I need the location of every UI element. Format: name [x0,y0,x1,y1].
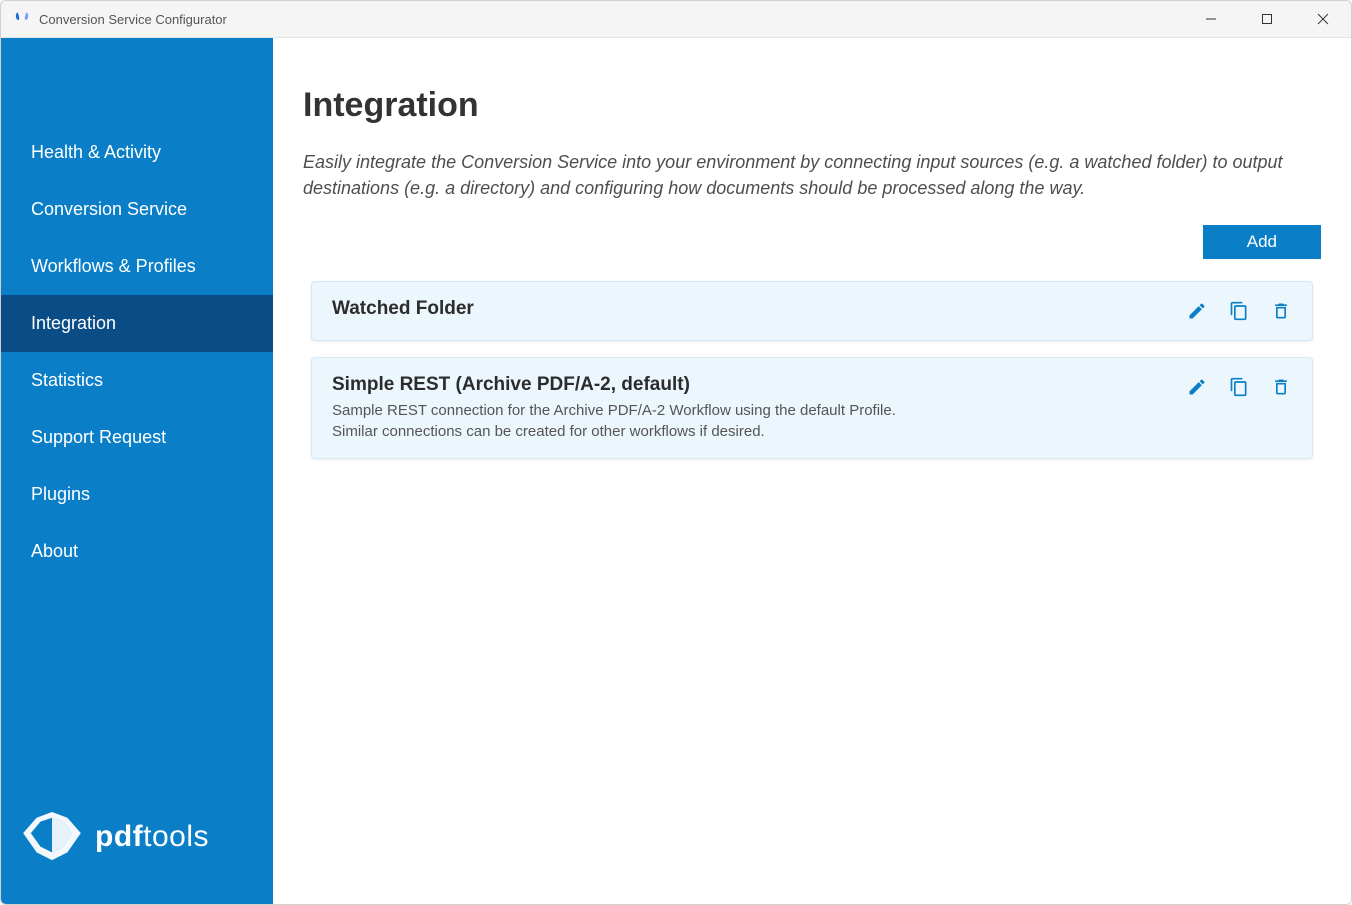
brand-light: tools [143,820,209,853]
integration-card[interactable]: Watched Folder [311,281,1313,341]
add-button[interactable]: Add [1203,225,1321,259]
sidebar-item-statistics[interactable]: Statistics [1,352,273,409]
card-actions [1186,374,1292,398]
card-content: Watched Folder [332,298,1186,324]
app-icon [13,10,31,28]
sidebar-footer: pdftools [1,784,273,904]
sidebar-item-support[interactable]: Support Request [1,409,273,466]
window-title: Conversion Service Configurator [39,12,227,27]
button-row: Add [303,225,1321,259]
trash-icon[interactable] [1270,300,1292,322]
sidebar-item-label: Workflows & Profiles [31,256,196,276]
card-description: Sample REST connection for the Archive P… [332,400,1186,442]
sidebar: Health & Activity Conversion Service Wor… [1,38,273,904]
minimize-button[interactable] [1183,1,1239,38]
brand-bold: pdf [95,820,143,853]
titlebar: Conversion Service Configurator [1,1,1351,38]
app-window: Conversion Service Configurator Health &… [0,0,1352,905]
page-description: Easily integrate the Conversion Service … [303,149,1303,201]
main-content: Integration Easily integrate the Convers… [273,38,1351,904]
integration-card[interactable]: Simple REST (Archive PDF/A-2, default) S… [311,357,1313,459]
maximize-button[interactable] [1239,1,1295,38]
sidebar-item-label: Plugins [31,484,90,504]
window-controls [1183,1,1351,38]
titlebar-left: Conversion Service Configurator [13,10,227,28]
copy-icon[interactable] [1228,376,1250,398]
integration-card-list: Watched Folder [303,281,1321,459]
close-button[interactable] [1295,1,1351,38]
sidebar-item-label: About [31,541,78,561]
sidebar-item-health[interactable]: Health & Activity [1,124,273,181]
page-title: Integration [303,86,1321,125]
app-body: Health & Activity Conversion Service Wor… [1,38,1351,904]
edit-icon[interactable] [1186,376,1208,398]
sidebar-item-label: Support Request [31,427,166,447]
sidebar-item-label: Integration [31,313,116,333]
sidebar-item-plugins[interactable]: Plugins [1,466,273,523]
card-actions [1186,298,1292,322]
sidebar-item-conversion-service[interactable]: Conversion Service [1,181,273,238]
card-title: Simple REST (Archive PDF/A-2, default) [332,374,1186,396]
card-title: Watched Folder [332,298,1186,320]
sidebar-item-label: Health & Activity [31,142,161,162]
copy-icon[interactable] [1228,300,1250,322]
sidebar-item-about[interactable]: About [1,523,273,580]
pdftools-logo-icon [23,812,81,862]
trash-icon[interactable] [1270,376,1292,398]
sidebar-item-workflows[interactable]: Workflows & Profiles [1,238,273,295]
sidebar-item-integration[interactable]: Integration [1,295,273,352]
edit-icon[interactable] [1186,300,1208,322]
card-content: Simple REST (Archive PDF/A-2, default) S… [332,374,1186,442]
brand-text: pdftools [95,820,209,854]
sidebar-nav: Health & Activity Conversion Service Wor… [1,38,273,784]
sidebar-item-label: Statistics [31,370,103,390]
sidebar-item-label: Conversion Service [31,199,187,219]
